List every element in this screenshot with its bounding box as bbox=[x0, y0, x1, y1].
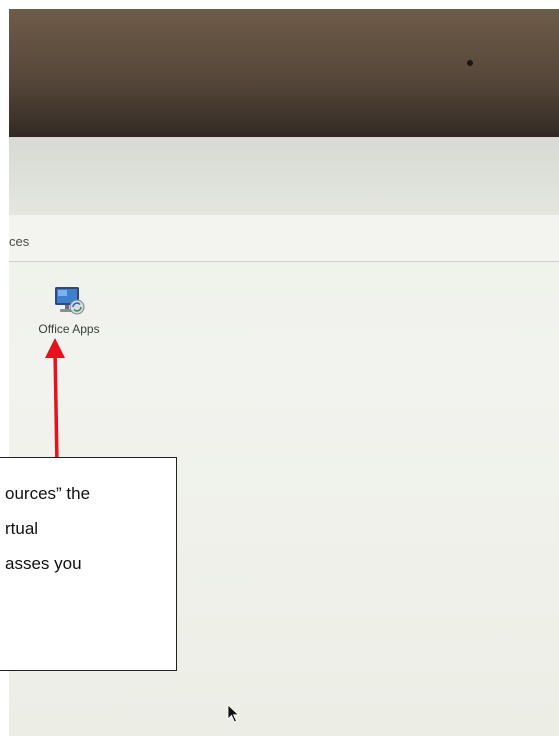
instruction-callout-box: ources” the rtual asses you bbox=[0, 457, 177, 671]
webcam-dot bbox=[467, 60, 473, 66]
callout-line-1: ources” the bbox=[5, 484, 91, 503]
mouse-pointer-icon bbox=[227, 704, 240, 723]
monitor-bezel bbox=[9, 9, 559, 137]
callout-line-2: rtual bbox=[5, 519, 39, 538]
office-apps-label: Office Apps bbox=[38, 322, 100, 336]
window-top-band bbox=[9, 137, 559, 216]
red-arrow-icon bbox=[45, 338, 65, 464]
section-header-text: ces bbox=[9, 234, 30, 249]
callout-line-3: asses you bbox=[5, 554, 82, 573]
remote-desktop-monitor-icon bbox=[55, 287, 85, 315]
section-header-row bbox=[9, 215, 559, 262]
